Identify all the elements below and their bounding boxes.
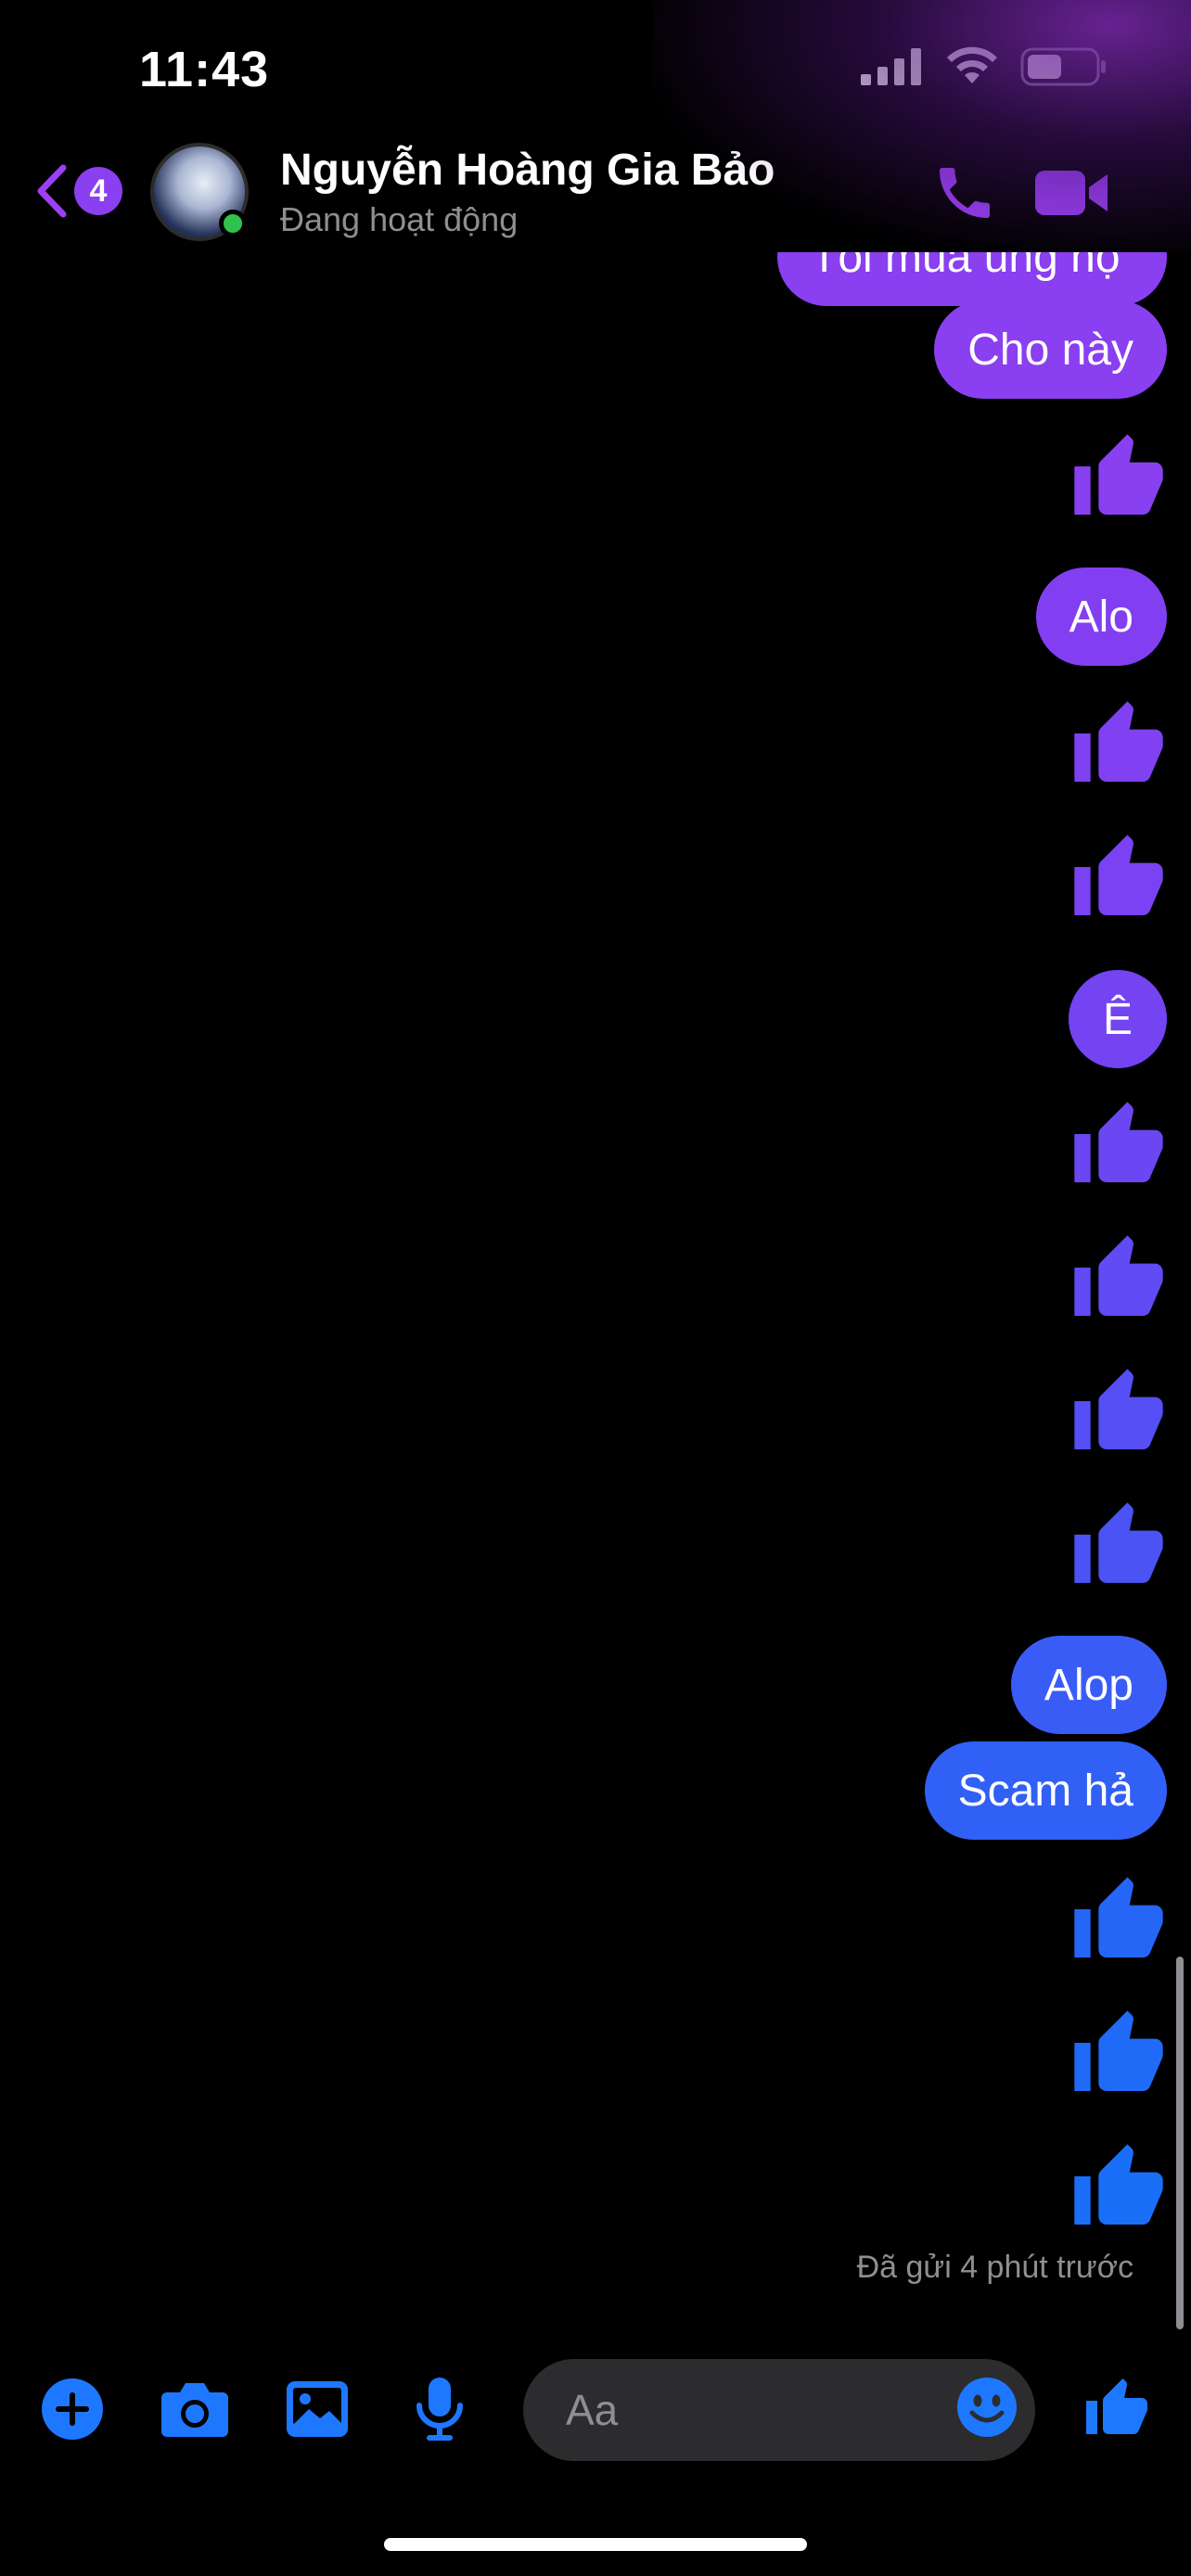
message-bubble[interactable]: Alop <box>1010 1636 1167 1734</box>
message-list[interactable]: Tôi mua ủng hộ Cho này Alo Ê Alop Scam h… <box>0 208 1191 2339</box>
chat-header: 4 Nguyễn Hoàng Gia Bảo Đang hoạt động <box>0 139 1191 252</box>
online-status-dot <box>219 210 247 237</box>
thumbs-up-icon[interactable] <box>1070 428 1167 529</box>
back-button[interactable]: 4 <box>33 158 126 224</box>
chevron-left-icon <box>37 164 67 218</box>
status-bar: 11:43 <box>0 0 1191 139</box>
scrollbar[interactable] <box>1176 1957 1184 2329</box>
thumbs-up-icon[interactable] <box>1070 1096 1167 1196</box>
voice-button[interactable] <box>403 2372 477 2446</box>
like-button[interactable] <box>1080 2372 1154 2446</box>
thumbs-up-icon[interactable] <box>1070 1871 1167 1971</box>
unread-count-badge: 4 <box>74 167 122 215</box>
plus-circle-icon <box>42 2378 103 2440</box>
thumbs-up-icon[interactable] <box>1070 2005 1167 2105</box>
photo-gallery-icon <box>287 2381 348 2437</box>
microphone-icon <box>416 2378 463 2441</box>
message-bubble[interactable]: Ê <box>1069 970 1167 1068</box>
thumbs-up-icon <box>1086 2378 1147 2434</box>
video-call-button[interactable] <box>1031 159 1111 226</box>
call-button[interactable] <box>931 159 998 226</box>
sent-status: Đã gửi 4 phút trước <box>856 2250 1133 2285</box>
home-indicator[interactable] <box>384 2538 807 2551</box>
contact-name[interactable]: Nguyễn Hoàng Gia Bảo <box>280 145 775 196</box>
message-bubble[interactable]: Scam hả <box>924 1741 1167 1840</box>
thumbs-up-icon[interactable] <box>1070 1497 1167 1597</box>
smiley-icon <box>957 2378 1017 2437</box>
add-button[interactable] <box>35 2372 109 2446</box>
thumbs-up-icon[interactable] <box>1070 1363 1167 1463</box>
camera-icon <box>161 2383 228 2437</box>
thumbs-up-icon[interactable] <box>1070 1230 1167 1330</box>
contact-status: Đang hoạt động <box>280 200 519 238</box>
status-time: 11:43 <box>139 42 270 97</box>
message-bubble[interactable]: Alo <box>1035 567 1167 666</box>
status-icons <box>861 46 1108 87</box>
emoji-button[interactable] <box>950 2370 1024 2444</box>
composer-bar <box>0 2346 1191 2476</box>
signal-bars-icon <box>861 48 921 85</box>
thumbs-up-icon[interactable] <box>1070 829 1167 929</box>
camera-button[interactable] <box>158 2372 232 2446</box>
message-bubble[interactable]: Cho này <box>934 300 1167 399</box>
video-camera-icon <box>1035 171 1108 215</box>
thumbs-up-icon[interactable] <box>1070 695 1167 796</box>
phone-icon <box>940 168 990 218</box>
battery-icon <box>1020 47 1106 86</box>
thumbs-up-icon[interactable] <box>1070 2138 1167 2238</box>
gallery-button[interactable] <box>280 2372 354 2446</box>
wifi-icon <box>947 46 997 83</box>
